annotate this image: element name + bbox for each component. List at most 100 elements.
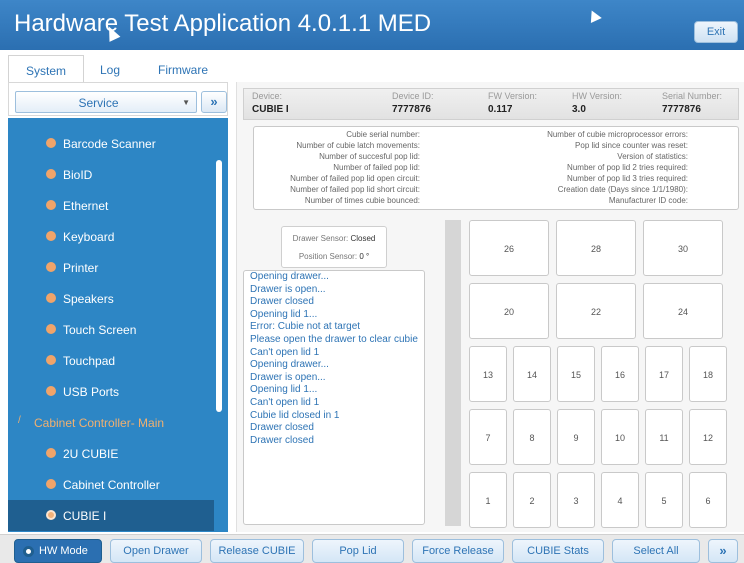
cubie-slot[interactable]: 12 [689, 409, 727, 465]
tab-bar: System Log Firmware [8, 55, 228, 82]
position-sensor-value: 0 ° [359, 252, 370, 261]
stat-label: Number of cubie microprocessor errors: [547, 130, 688, 139]
sidebar-item-printer[interactable]: Printer [8, 252, 214, 283]
cubie-slot[interactable]: 7 [469, 409, 507, 465]
service-dropdown-label: Service [78, 96, 119, 110]
cubie-slot[interactable]: 2 [513, 472, 551, 528]
open-drawer-button[interactable]: Open Drawer [110, 539, 202, 563]
cubie-slot[interactable]: 22 [556, 283, 636, 339]
hw-mode-label: HW Mode [39, 545, 88, 557]
sidebar-item-ethernet[interactable]: Ethernet [8, 190, 214, 221]
stat-label: Number of failed pop lid: [333, 163, 420, 172]
status-dot-icon [46, 448, 56, 458]
cubie-stats-button[interactable]: CUBIE Stats [512, 539, 604, 563]
stat-label: Number of succesful pop lid: [319, 152, 420, 161]
cubie-slot[interactable]: 11 [645, 409, 683, 465]
cubie-slot[interactable]: 3 [557, 472, 595, 528]
expand-arrow-icon: / [18, 415, 21, 426]
status-dot-icon [46, 138, 56, 148]
cubie-statistics-panel: Cubie serial number: Number of cubie lat… [253, 126, 739, 210]
status-dot-icon [46, 262, 56, 272]
status-dot-icon [46, 324, 56, 334]
log-line: Opening lid 1... [250, 308, 318, 320]
sidebar-item-label: Keyboard [63, 230, 115, 244]
hw-mode-toggle[interactable]: HW Mode [14, 539, 102, 563]
cubie-slot[interactable]: 4 [601, 472, 639, 528]
service-bar: Service ▼ » [8, 82, 228, 116]
log-line: Can't open lid 1 [250, 346, 320, 358]
sidebar-item-usb-ports[interactable]: USB Ports [8, 376, 214, 407]
stat-label: Number of pop lid 2 tries required: [567, 163, 688, 172]
status-dot-icon [46, 200, 56, 210]
app-title: Hardware Test Application 4.0.1.1 MED [14, 10, 432, 37]
sidebar-item-label: Speakers [63, 292, 114, 306]
sidebar-item-speakers[interactable]: Speakers [8, 283, 214, 314]
sidebar-item-bioid[interactable]: BioID [8, 159, 214, 190]
cubie-slot[interactable]: 10 [601, 409, 639, 465]
serial-number-value: 7777876 [662, 104, 701, 115]
log-line: Drawer closed [250, 296, 314, 308]
tab-system[interactable]: System [8, 55, 84, 82]
drawer-sensor-value: Closed [350, 234, 376, 243]
cubie-slot[interactable]: 16 [601, 346, 639, 402]
service-go-button[interactable]: » [201, 91, 227, 113]
cubie-slot[interactable]: 1 [469, 472, 507, 528]
release-cubie-button[interactable]: Release CUBIE [210, 539, 304, 563]
sidebar-item-touch-screen[interactable]: Touch Screen [8, 314, 214, 345]
log-line: Error: Cubie not at target [250, 321, 361, 333]
sidebar-item-cubie-i[interactable]: CUBIE I [8, 500, 214, 531]
drawer-sensor-row: Drawer Sensor: Closed [282, 234, 386, 243]
sidebar-item-cabinet-controller[interactable]: Cabinet Controller [8, 469, 214, 500]
stat-label: Cubie serial number: [346, 130, 420, 139]
main-panel: Device: CUBIE I Device ID: 7777876 FW Ve… [236, 82, 744, 532]
sidebar-item-barcode-scanner[interactable]: Barcode Scanner [8, 128, 214, 159]
cubie-slot[interactable]: 14 [513, 346, 551, 402]
cubie-slot[interactable]: 13 [469, 346, 507, 402]
sidebar-item-label: BioID [63, 168, 93, 182]
sidebar-item-label: CUBIE I [63, 509, 107, 523]
position-sensor-label: Position Sensor: [298, 252, 358, 261]
chevron-down-icon: ▼ [182, 98, 190, 107]
cubie-slot[interactable]: 18 [689, 346, 727, 402]
cubie-slot[interactable]: 20 [469, 283, 549, 339]
tab-log[interactable]: Log [88, 55, 132, 82]
drawer-sensor-label: Drawer Sensor: [292, 234, 349, 243]
event-log[interactable]: Opening drawer... Drawer is open... Drawer… [243, 270, 425, 525]
sidebar-item-label: Touchpad [63, 354, 116, 368]
cubie-slot[interactable]: 24 [643, 283, 723, 339]
log-line: Opening drawer... [250, 271, 329, 282]
sidebar-group-cabinet-controller-main[interactable]: / Cabinet Controller- Main [8, 407, 214, 438]
cubie-slot[interactable]: 15 [557, 346, 595, 402]
service-dropdown[interactable]: Service ▼ [15, 91, 197, 113]
position-sensor-row: Position Sensor: 0 ° [282, 252, 386, 261]
sidebar-item-2u-cubie[interactable]: 2U CUBIE [8, 438, 214, 469]
cubie-slot[interactable]: 6 [689, 472, 727, 528]
status-dot-icon [46, 510, 56, 520]
log-line: Drawer is open... [250, 283, 326, 295]
cubie-slot[interactable]: 17 [645, 346, 683, 402]
radio-icon [23, 546, 34, 557]
status-dot-icon [46, 169, 56, 179]
pop-lid-button[interactable]: Pop Lid [312, 539, 404, 563]
cubie-slot[interactable]: 9 [557, 409, 595, 465]
cubie-slot[interactable]: 8 [513, 409, 551, 465]
cubie-slot[interactable]: 28 [556, 220, 636, 276]
more-options-button[interactable]: » [708, 539, 738, 563]
sidebar-group-label: Cabinet Controller- Main [34, 416, 165, 430]
stat-label: Number of failed pop lid short circuit: [290, 185, 420, 194]
exit-button[interactable]: Exit [694, 21, 738, 43]
sidebar-item-label: 2U CUBIE [63, 447, 119, 461]
sidebar-item-keyboard[interactable]: Keyboard [8, 221, 214, 252]
stat-label: Number of failed pop lid open circuit: [290, 174, 420, 183]
grid-scrollbar[interactable] [445, 220, 461, 526]
cubie-slot[interactable]: 30 [643, 220, 723, 276]
sidebar-item-touchpad[interactable]: Touchpad [8, 345, 214, 376]
cubie-slot[interactable]: 26 [469, 220, 549, 276]
cubie-slot[interactable]: 5 [645, 472, 683, 528]
hw-version-value: 3.0 [572, 104, 586, 115]
select-all-button[interactable]: Select All [612, 539, 700, 563]
sidebar-scrollbar[interactable] [216, 160, 222, 412]
tab-firmware[interactable]: Firmware [138, 55, 228, 82]
force-release-button[interactable]: Force Release [412, 539, 504, 563]
device-label: Device: [252, 91, 283, 101]
